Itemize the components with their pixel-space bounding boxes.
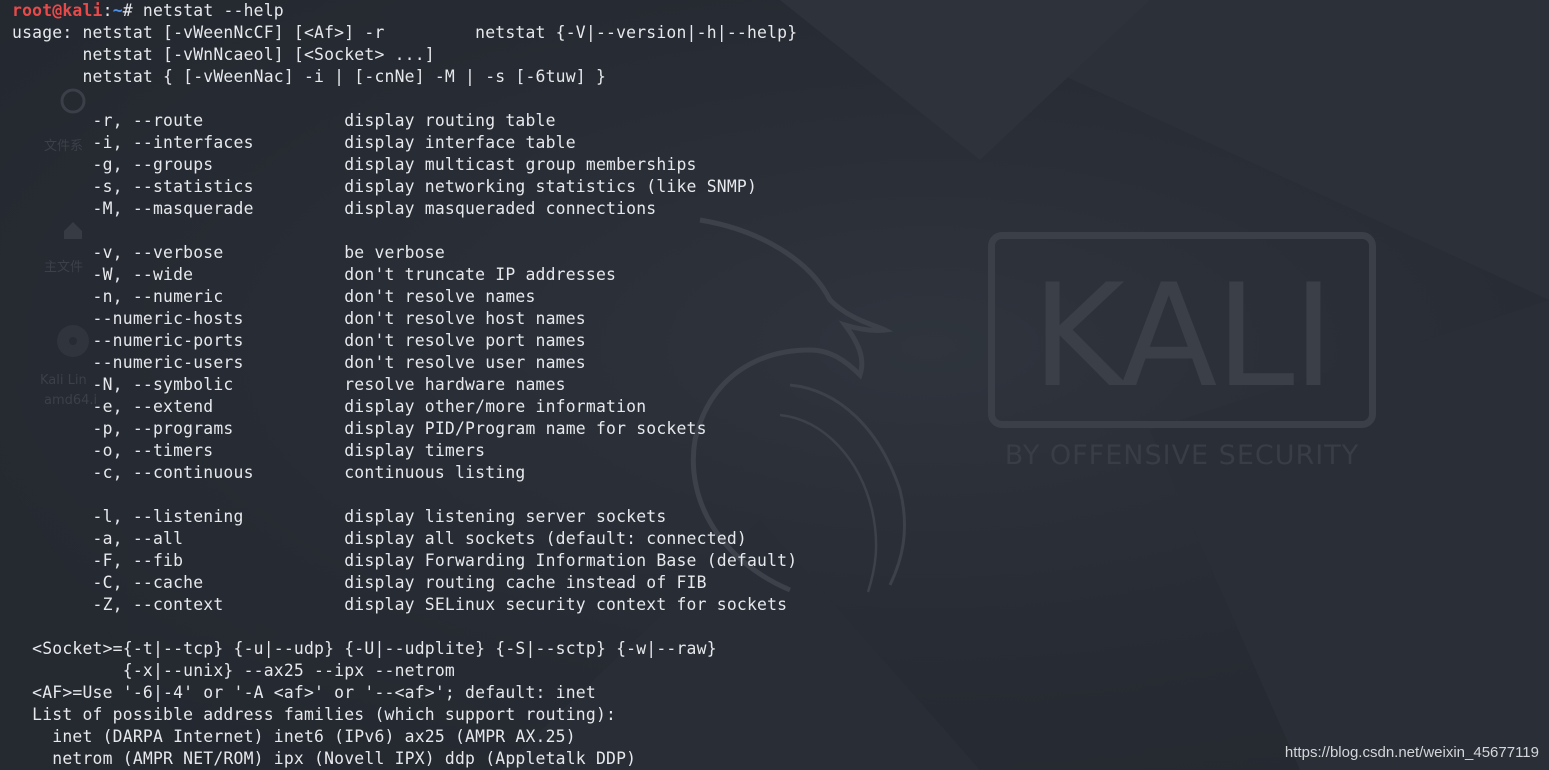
output-line: -W, --wide don't truncate IP addresses <box>12 265 617 284</box>
output-line: <Socket>={-t|--tcp} {-u|--udp} {-U|--udp… <box>12 639 717 658</box>
output-line: -M, --masquerade display masqueraded con… <box>12 199 657 218</box>
help-output: usage: netstat [-vWeenNcCF] [<Af>] -r ne… <box>12 22 1549 770</box>
output-line: -v, --verbose be verbose <box>12 243 445 262</box>
output-line: --numeric-hosts don't resolve host names <box>12 309 586 328</box>
output-line: --numeric-users don't resolve user names <box>12 353 586 372</box>
output-line: -p, --programs display PID/Program name … <box>12 419 707 438</box>
output-line: netstat { [-vWeenNac] -i | [-cnNe] -M | … <box>12 67 607 86</box>
output-line: -n, --numeric don't resolve names <box>12 287 536 306</box>
output-line: --numeric-ports don't resolve port names <box>12 331 586 350</box>
command-text: netstat --help <box>142 1 284 20</box>
prompt-separator: : <box>102 1 113 20</box>
output-line: -C, --cache display routing cache instea… <box>12 573 707 592</box>
output-line: -c, --continuous continuous listing <box>12 463 526 482</box>
output-line: -e, --extend display other/more informat… <box>12 397 647 416</box>
output-line: {-x|--unix} --ax25 --ipx --netrom <box>12 661 455 680</box>
output-line: -N, --symbolic resolve hardware names <box>12 375 566 394</box>
prompt-path: ~ <box>112 1 123 20</box>
output-line: List of possible address families (which… <box>12 705 617 724</box>
output-line: -a, --all display all sockets (default: … <box>12 529 747 548</box>
output-line: netstat [-vWnNcaeol] [<Socket> ...] <box>12 45 435 64</box>
csdn-watermark: https://blog.csdn.net/weixin_45677119 <box>1284 744 1539 761</box>
output-line: -l, --listening display listening server… <box>12 507 667 526</box>
output-line: -g, --groups display multicast group mem… <box>12 155 697 174</box>
prompt-line: root@kali:~# netstat --help <box>12 0 1549 22</box>
prompt-user: root@kali <box>12 1 103 20</box>
output-line: -o, --timers display timers <box>12 441 486 460</box>
output-line: -r, --route display routing table <box>12 111 556 130</box>
output-line: usage: netstat [-vWeenNcCF] [<Af>] -r ne… <box>12 23 798 42</box>
output-line: -s, --statistics display networking stat… <box>12 177 758 196</box>
output-line: -F, --fib display Forwarding Information… <box>12 551 798 570</box>
output-line: -Z, --context display SELinux security c… <box>12 595 788 614</box>
output-line: -i, --interfaces display interface table <box>12 133 576 152</box>
prompt-symbol: # <box>122 1 143 20</box>
terminal-output[interactable]: root@kali:~# netstat --help usage: netst… <box>12 0 1549 770</box>
output-line: <AF>=Use '-6|-4' or '-A <af>' or '--<af>… <box>12 683 596 702</box>
